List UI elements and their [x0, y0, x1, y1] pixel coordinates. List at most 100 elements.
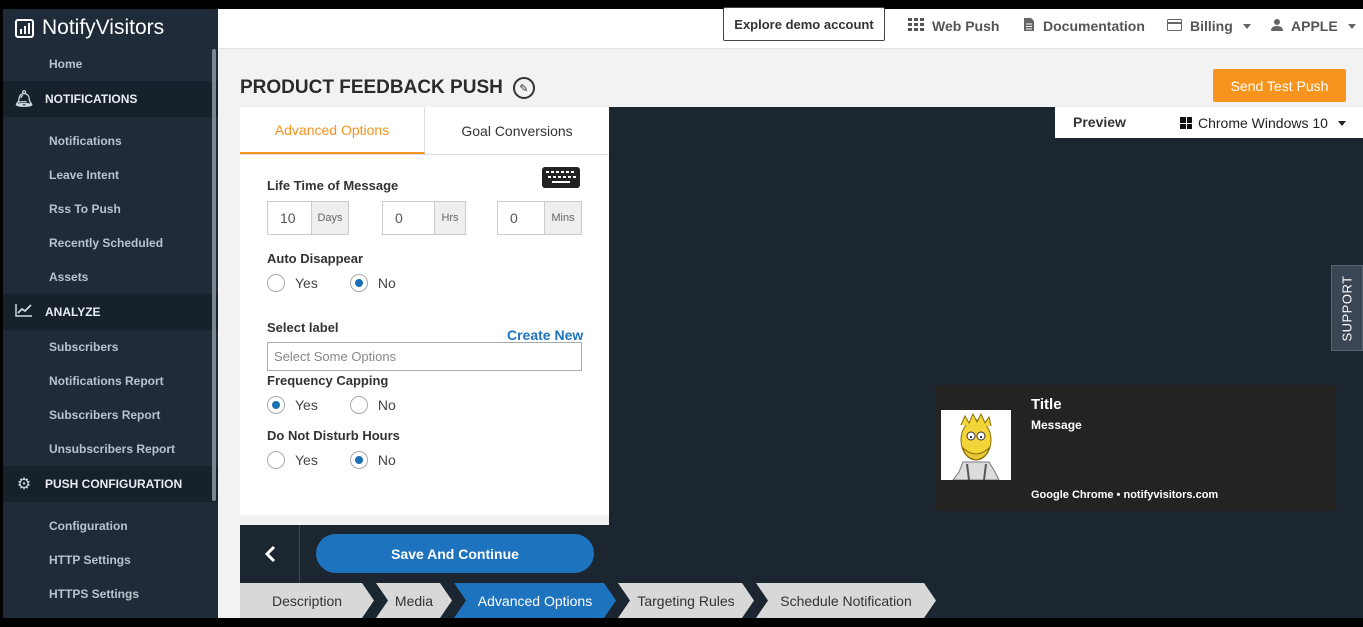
options-tabs: Advanced Options Goal Conversions [240, 107, 609, 155]
billing-label: Billing [1190, 18, 1233, 34]
lifetime-days-input[interactable]: 10 [267, 201, 312, 235]
frequency-no[interactable]: No [349, 396, 396, 414]
radio-button-selected[interactable] [267, 396, 285, 414]
sidebar-item-configuration[interactable]: Configuration [3, 509, 218, 543]
create-new-link[interactable]: Create New [507, 327, 583, 343]
page-title: PRODUCT FEEDBACK PUSH ✎ [240, 77, 535, 99]
chevron-down-icon [1337, 120, 1346, 126]
sidebar-item-unsubscribers-report[interactable]: Unsubscribers Report [3, 432, 218, 466]
tab-advanced-options[interactable]: Advanced Options [240, 107, 425, 154]
form-footer: Save And Continue [240, 525, 609, 583]
auto-disappear-label: Auto Disappear [267, 251, 364, 266]
support-tab[interactable]: SUPPORT [1331, 265, 1363, 351]
radio-button-selected[interactable] [349, 451, 368, 469]
account-label: APPLE [1291, 18, 1338, 34]
section-title: NOTIFICATIONS [45, 92, 138, 106]
logo-icon [15, 18, 34, 38]
send-test-push-button[interactable]: Send Test Push [1213, 69, 1346, 102]
chart-line-icon [13, 303, 35, 322]
sidebar-scrollbar[interactable] [212, 49, 216, 501]
bell-icon: 🔔︎ [13, 91, 35, 108]
sidebar-item-leave-intent[interactable]: Leave Intent [3, 158, 218, 192]
sidebar-item-notifications-report[interactable]: Notifications Report [3, 364, 218, 398]
section-title: ANALYZE [45, 305, 101, 319]
sidebar-section-push-configuration[interactable]: ⚙ PUSH CONFIGURATION [3, 466, 218, 502]
lifetime-mins-input[interactable]: 0 [497, 201, 545, 235]
auto-disappear-no[interactable]: No [349, 274, 396, 292]
dnd-no[interactable]: No [349, 451, 396, 469]
section-title: PUSH CONFIGURATION [45, 477, 183, 491]
save-and-continue-button[interactable]: Save And Continue [316, 534, 594, 573]
account-menu[interactable]: APPLE [1271, 15, 1356, 37]
sidebar-item-https-settings[interactable]: HTTPS Settings [3, 577, 218, 611]
sidebar-item-rss-to-push[interactable]: Rss To Push [3, 192, 218, 226]
lifetime-mins-group: 0 Mins [497, 201, 582, 235]
keyboard-icon[interactable] [542, 167, 580, 188]
sidebar-item-home[interactable]: Home [3, 47, 218, 81]
page-title-text: PRODUCT FEEDBACK PUSH [240, 77, 503, 98]
lifetime-hours-input[interactable]: 0 [382, 201, 435, 235]
explore-demo-button[interactable]: Explore demo account [723, 7, 885, 41]
os-browser-select[interactable]: Chrome Windows 10 [1180, 115, 1346, 131]
notification-image [941, 410, 1011, 480]
radio-button-selected[interactable] [349, 274, 368, 292]
sidebar-item-recently-scheduled[interactable]: Recently Scheduled [3, 226, 218, 260]
frequency-yes[interactable]: Yes [267, 396, 318, 414]
radio-button[interactable] [349, 396, 368, 414]
documentation-label: Documentation [1043, 18, 1145, 34]
main-content: PRODUCT FEEDBACK PUSH ✎ Send Test Push A… [218, 49, 1363, 618]
notification-title: Title [1031, 396, 1062, 413]
options-panel: Advanced Options Goal Conversions Life T… [240, 107, 609, 515]
sidebar-section-analyze[interactable]: ANALYZE [3, 294, 218, 330]
frequency-radio-group: Yes No [267, 396, 428, 414]
step-description[interactable]: Description [240, 583, 374, 618]
step-advanced-options[interactable]: Advanced Options [454, 583, 616, 618]
notification-preview: Title Message Google Chrome • notifyvisi… [936, 385, 1336, 511]
dnd-radio-group: Yes No [267, 451, 428, 469]
preview-area: Preview Chrome Windows 10 SUPPORT Title … [609, 107, 1363, 583]
wizard-steps: Description Media Advanced Options Targe… [240, 583, 1363, 618]
mins-addon: Mins [545, 201, 582, 235]
top-bar: Explore demo account Web Push Documentat… [218, 7, 1363, 49]
step-schedule-notification[interactable]: Schedule Notification [756, 583, 936, 618]
dnd-hours-label: Do Not Disturb Hours [267, 428, 400, 443]
radio-button[interactable] [267, 274, 285, 292]
step-targeting-rules[interactable]: Targeting Rules [618, 583, 754, 618]
select-label-label: Select label [267, 320, 339, 335]
tab-goal-conversions[interactable]: Goal Conversions [425, 107, 609, 154]
lifetime-label: Life Time of Message [267, 178, 399, 193]
sidebar-item-notifications[interactable]: Notifications [3, 124, 218, 158]
days-addon: Days [312, 201, 349, 235]
lifetime-days-group: 10 Days [267, 201, 349, 235]
preview-toolbar: Preview Chrome Windows 10 [1055, 107, 1363, 138]
back-button[interactable] [240, 525, 300, 583]
chevron-left-icon [264, 545, 275, 563]
sidebar-item-http-settings[interactable]: HTTP Settings [3, 543, 218, 577]
web-push-link[interactable]: Web Push [908, 15, 999, 37]
notification-message: Message [1031, 418, 1082, 432]
notification-source: Google Chrome • notifyvisitors.com [1031, 489, 1219, 501]
sidebar-item-subscribers[interactable]: Subscribers [3, 330, 218, 364]
edit-icon[interactable]: ✎ [512, 77, 535, 99]
chevron-down-icon [1347, 23, 1356, 29]
lifetime-hours-group: 0 Hrs [382, 201, 466, 235]
sidebar-section-notifications[interactable]: 🔔︎ NOTIFICATIONS [3, 81, 218, 117]
frequency-capping-label: Frequency Capping [267, 373, 389, 388]
billing-menu[interactable]: Billing [1167, 15, 1251, 37]
sidebar-item-assets[interactable]: Assets [3, 260, 218, 294]
sidebar-item-subscribers-report[interactable]: Subscribers Report [3, 398, 218, 432]
sidebar: NotifyVisitors Home 🔔︎ NOTIFICATIONS Not… [3, 9, 218, 618]
radio-button[interactable] [267, 451, 285, 469]
auto-disappear-radio-group: Yes No [267, 274, 428, 292]
document-icon [1023, 17, 1035, 35]
label-select-input[interactable]: Select Some Options [267, 342, 582, 371]
auto-disappear-yes[interactable]: Yes [267, 274, 318, 292]
step-media[interactable]: Media [376, 583, 452, 618]
dnd-yes[interactable]: Yes [267, 451, 318, 469]
preview-label: Preview [1073, 114, 1126, 130]
gear-icon: ⚙ [16, 476, 32, 493]
windows-icon [1180, 117, 1192, 129]
web-push-label: Web Push [932, 18, 1000, 34]
app-logo[interactable]: NotifyVisitors [3, 9, 218, 47]
documentation-link[interactable]: Documentation [1023, 15, 1145, 37]
